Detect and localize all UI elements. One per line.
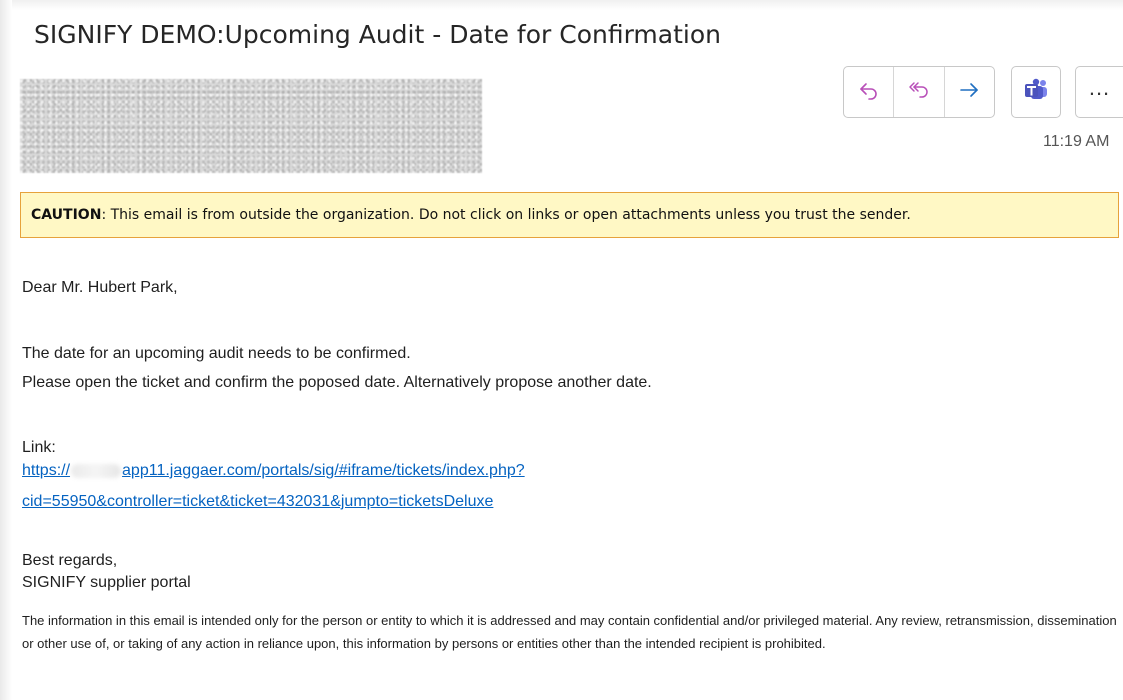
forward-icon	[958, 79, 980, 106]
link-rest: app11.jaggaer.com/portals/sig/#iframe/ti…	[122, 462, 525, 479]
reply-all-icon	[907, 79, 931, 106]
forward-button[interactable]	[945, 67, 994, 117]
body-line-1: The date for an upcoming audit needs to …	[22, 345, 411, 362]
more-actions-button[interactable]: ...	[1075, 66, 1123, 118]
window-top-shadow	[0, 0, 1123, 10]
ticket-link-line-2[interactable]: cid=55950&controller=ticket&ticket=43203…	[22, 493, 493, 511]
redacted-sender-info	[20, 79, 482, 173]
greeting: Dear Mr. Hubert Park,	[22, 279, 178, 296]
teams-icon	[1023, 78, 1049, 107]
reply-button[interactable]	[844, 67, 895, 117]
body-line-2: Please open the ticket and confirm the p…	[22, 374, 652, 391]
reply-icon	[858, 79, 880, 106]
redacted-link-segment	[71, 463, 122, 478]
reply-actions-group	[843, 66, 995, 118]
signature: SIGNIFY supplier portal	[22, 574, 191, 591]
received-time: 11:19 AM	[1043, 133, 1110, 150]
teams-share-button[interactable]	[1011, 66, 1061, 118]
external-sender-caution-banner: CAUTION: This email is from outside the …	[20, 192, 1119, 238]
link-prefix: https://	[22, 462, 71, 479]
caution-text: : This email is from outside the organiz…	[101, 207, 911, 223]
legal-disclaimer: The information in this email is intende…	[22, 613, 1117, 651]
closing: Best regards,	[22, 552, 118, 569]
window-left-shadow	[0, 0, 12, 700]
email-subject: SIGNIFY DEMO:Upcoming Audit - Date for C…	[34, 20, 721, 49]
link-label: Link:	[22, 439, 56, 456]
more-icon: ...	[1088, 75, 1111, 100]
ticket-link-line-1[interactable]: https:// app11.jaggaer.com/portals/sig/#i…	[22, 462, 525, 480]
caution-label: CAUTION	[31, 207, 102, 223]
reply-all-button[interactable]	[894, 67, 945, 117]
